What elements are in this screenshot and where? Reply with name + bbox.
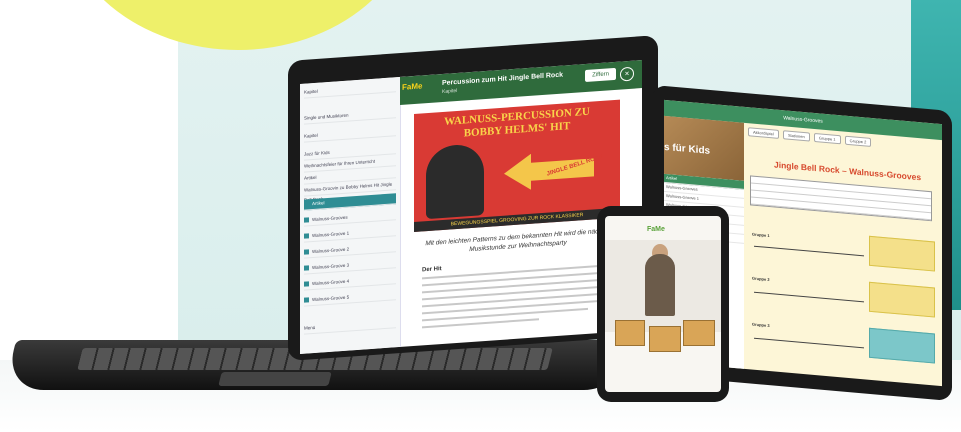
fame-logo: FaMe	[402, 81, 423, 92]
sidebar-item-menu[interactable]: Menü	[304, 317, 396, 335]
rhythm-staff	[754, 291, 864, 303]
rhythm-staff	[754, 245, 864, 257]
checkbox-icon	[304, 297, 309, 303]
chord-table	[750, 175, 932, 222]
instruction-note	[869, 327, 935, 364]
chapter-sidebar: Kapitel Single und Musiktoren Kapitel Ja…	[300, 76, 401, 354]
checkbox-icon	[304, 249, 309, 255]
sidebar-item[interactable]: Walnuss-Groove 1	[304, 225, 396, 243]
sidebar-item[interactable]: Walnuss-Grooves	[304, 209, 396, 227]
wooden-box	[649, 326, 681, 352]
wooden-box	[615, 320, 645, 346]
instruction-note	[869, 235, 935, 272]
body-text-block	[422, 263, 617, 334]
section-heading: Der Hit	[422, 266, 442, 274]
laptop-trackpad	[218, 372, 332, 386]
instruction-note	[869, 281, 935, 318]
checkbox-icon	[304, 217, 309, 223]
sidebar-item[interactable]: Single und Musiktoren	[304, 107, 396, 125]
checkbox-icon	[304, 201, 309, 207]
checkbox-icon	[304, 265, 309, 271]
sidebar-item[interactable]: Kapitel	[304, 125, 396, 143]
group-label: Gruppe 2	[752, 275, 770, 283]
close-icon[interactable]: ×	[620, 66, 634, 82]
wooden-box	[683, 320, 715, 346]
laptop-screen: Kapitel Single und Musiktoren Kapitel Ja…	[300, 60, 642, 354]
singer-photo	[426, 143, 484, 220]
sidebar-item[interactable]: Walnuss-Groove 4	[304, 273, 396, 291]
tab-gruppe-1[interactable]: Gruppe 1	[813, 132, 841, 145]
tab-stationen[interactable]: Stationen	[782, 130, 810, 142]
tab-gruppe-2[interactable]: Gruppe 2	[844, 135, 872, 147]
article-title: Percussion zum Hit Jingle Bell Rock	[442, 71, 563, 88]
sidebar-item[interactable]: Walnuss-Groove 2	[304, 241, 396, 259]
phone-screen: FaMe	[605, 216, 721, 392]
group-label: Gruppe 1	[752, 231, 770, 239]
checkbox-icon	[304, 233, 309, 239]
sidebar-item[interactable]: Walnuss-Groove 3	[304, 257, 396, 275]
lead-text: Mit den leichten Patterns zu dem bekannt…	[425, 227, 611, 254]
tab-akkordspiel[interactable]: Akkordspiel	[748, 127, 779, 139]
presenter	[645, 254, 675, 316]
rhythm-staff	[754, 337, 864, 349]
article-poster: WALNUSS-PERCUSSION ZU BOBBY HELMS' HIT J…	[414, 99, 620, 232]
group-label: Gruppe 3	[752, 321, 770, 329]
header-button[interactable]: Ziffern	[585, 67, 616, 83]
sidebar-item[interactable]: Kapitel	[304, 81, 396, 99]
article-subtitle: Kapitel	[442, 87, 458, 96]
fame-logo: FaMe	[647, 226, 665, 233]
poster-title: WALNUSS-PERCUSSION ZU BOBBY HELMS' HIT	[444, 105, 590, 140]
checkbox-icon	[304, 281, 309, 287]
sidebar-item[interactable]: Walnuss-Groove 5	[304, 289, 396, 307]
